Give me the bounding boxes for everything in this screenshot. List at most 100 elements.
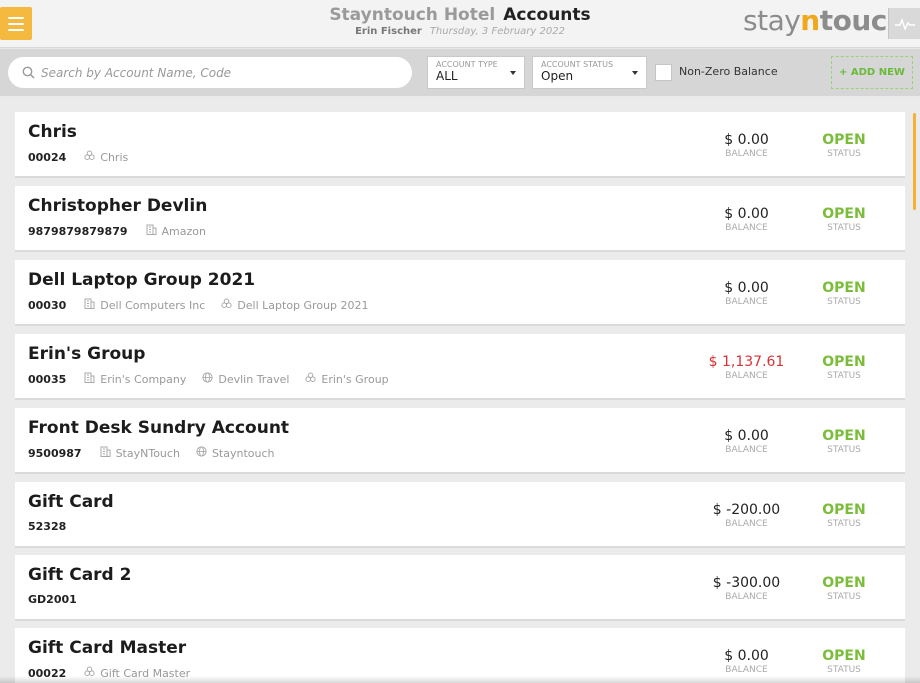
hotel-name: Stayntouch Hotel [329,5,496,25]
company-icon [84,372,100,386]
account-code: 52328 [28,520,67,533]
account-card[interactable]: Erin's Group 00035 Erin's Company Devlin … [15,334,905,400]
activity-pulse-icon[interactable] [888,8,920,39]
status-block: OPEN STATUS [805,428,883,455]
stayntouch-logo: stayntouch [743,4,907,37]
account-code: 9879879879879 [28,224,128,238]
status-block: OPEN STATUS [805,648,883,675]
status-caption: STATUS [827,445,861,455]
status-caption: STATUS [827,665,861,675]
account-tag: Dell Computers Inc [84,298,205,312]
account-tag: StayNTouch [100,446,180,460]
account-tag: Erin's Group [305,372,389,386]
status-caption: STATUS [827,297,861,307]
balance-block: $ 0.00 BALANCE [705,280,788,307]
search-box[interactable] [8,57,412,88]
account-meta: 9500987 StayNTouch Stayntouch [28,446,291,460]
status-badge: OPEN [822,575,866,591]
status-block: OPEN STATUS [805,502,883,529]
balance-amount: $ -200.00 [712,502,781,518]
balance-block: $ 1,137.61 BALANCE [705,354,788,381]
account-code: GD2001 [28,593,77,606]
account-card[interactable]: Front Desk Sundry Account 9500987 StayNT… [15,408,905,474]
balance-caption: BALANCE [725,665,768,675]
balance-block: $ 0.00 BALANCE [705,132,788,159]
balance-amount: $ 0.00 [724,280,769,296]
add-new-button[interactable]: + ADD NEW [831,56,913,89]
status-badge: OPEN [822,206,866,222]
status-block: OPEN STATUS [805,206,883,233]
account-meta: GD2001 [28,593,95,606]
account-code: 00024 [28,150,67,164]
balance-caption: BALANCE [725,297,768,307]
account-card[interactable]: Christopher Devlin 9879879879879 Amazon … [15,186,905,252]
user-name: Erin Fischer [355,26,422,37]
status-badge: OPEN [822,648,866,664]
status-badge: OPEN [822,428,866,444]
balance-amount: $ 0.00 [724,428,769,444]
balance-block: $ 0.00 BALANCE [705,428,788,455]
account-tag: Chris [84,150,128,164]
account-code: 9500987 [28,446,82,460]
balance-caption: BALANCE [725,592,768,602]
account-card[interactable]: Gift Card 2 GD2001 $ -300.00 BALANCE OPE… [15,555,905,621]
status-badge: OPEN [822,132,866,148]
account-name: Erin's Group [28,344,146,364]
account-card[interactable]: Chris 00024 Chris $ 0.00 BALANCE OPEN ST… [15,112,905,178]
search-icon [22,66,35,79]
account-name: Gift Card [28,492,114,512]
account-tag: Stayntouch [196,446,275,460]
account-name: Chris [28,122,77,142]
page-title: Accounts [503,5,591,25]
account-card[interactable]: Gift Card Master 00022 Gift Card Master … [15,628,905,683]
status-block: OPEN STATUS [805,354,883,381]
status-caption: STATUS [827,371,861,381]
business-date: Thursday, 3 February 2022 [429,26,565,37]
balance-caption: BALANCE [725,445,768,455]
search-input[interactable] [41,65,401,80]
account-card[interactable]: Gift Card 52328 $ -200.00 BALANCE OPEN S… [15,482,905,548]
globe-icon [196,446,212,460]
status-caption: STATUS [827,592,861,602]
account-name: Gift Card Master [28,638,187,658]
balance-block: $ -200.00 BALANCE [705,502,788,529]
balance-block: $ 0.00 BALANCE [705,648,788,675]
group-icon [84,150,100,164]
balance-block: $ -300.00 BALANCE [705,575,788,602]
account-card[interactable]: Dell Laptop Group 2021 00030 Dell Comput… [15,260,905,326]
status-badge: OPEN [822,280,866,296]
status-block: OPEN STATUS [805,280,883,307]
account-code: 00035 [28,372,67,386]
status-block: OPEN STATUS [805,575,883,602]
account-meta: 9879879879879 Amazon [28,224,222,238]
account-meta: 00030 Dell Computers Inc Dell Laptop Grou… [28,298,385,312]
balance-caption: BALANCE [725,371,768,381]
balance-amount: $ 0.00 [724,206,769,222]
balance-amount: $ -300.00 [712,575,781,591]
company-icon [146,224,162,238]
caret-down-icon [510,71,516,75]
filter-bar: ACCOUNT TYPE ALL ACCOUNT STATUS Open Non… [0,49,920,96]
app-header: Stayntouch Hotel Accounts Erin Fischer Thu… [0,0,920,48]
status-block: OPEN STATUS [805,132,883,159]
account-tag: Dell Laptop Group 2021 [221,298,369,312]
status-caption: STATUS [827,149,861,159]
balance-block: $ 0.00 BALANCE [705,206,788,233]
account-tag: Amazon [146,224,206,238]
account-status-dropdown[interactable]: ACCOUNT STATUS Open [532,56,647,89]
non-zero-balance-checkbox[interactable] [655,64,672,81]
non-zero-balance-label: Non-Zero Balance [679,65,778,78]
balance-amount: $ 0.00 [724,648,769,664]
balance-amount: $ 0.00 [724,132,769,148]
account-name: Christopher Devlin [28,196,208,216]
status-caption: STATUS [827,519,861,529]
account-tag: Devlin Travel [202,372,289,386]
balance-caption: BALANCE [725,519,768,529]
balance-caption: BALANCE [725,149,768,159]
account-name: Dell Laptop Group 2021 [28,270,256,290]
account-type-dropdown[interactable]: ACCOUNT TYPE ALL [427,56,525,89]
account-name: Front Desk Sundry Account [28,418,290,438]
globe-icon [202,372,218,386]
scrollbar-thumb[interactable] [913,113,916,210]
balance-caption: BALANCE [725,223,768,233]
